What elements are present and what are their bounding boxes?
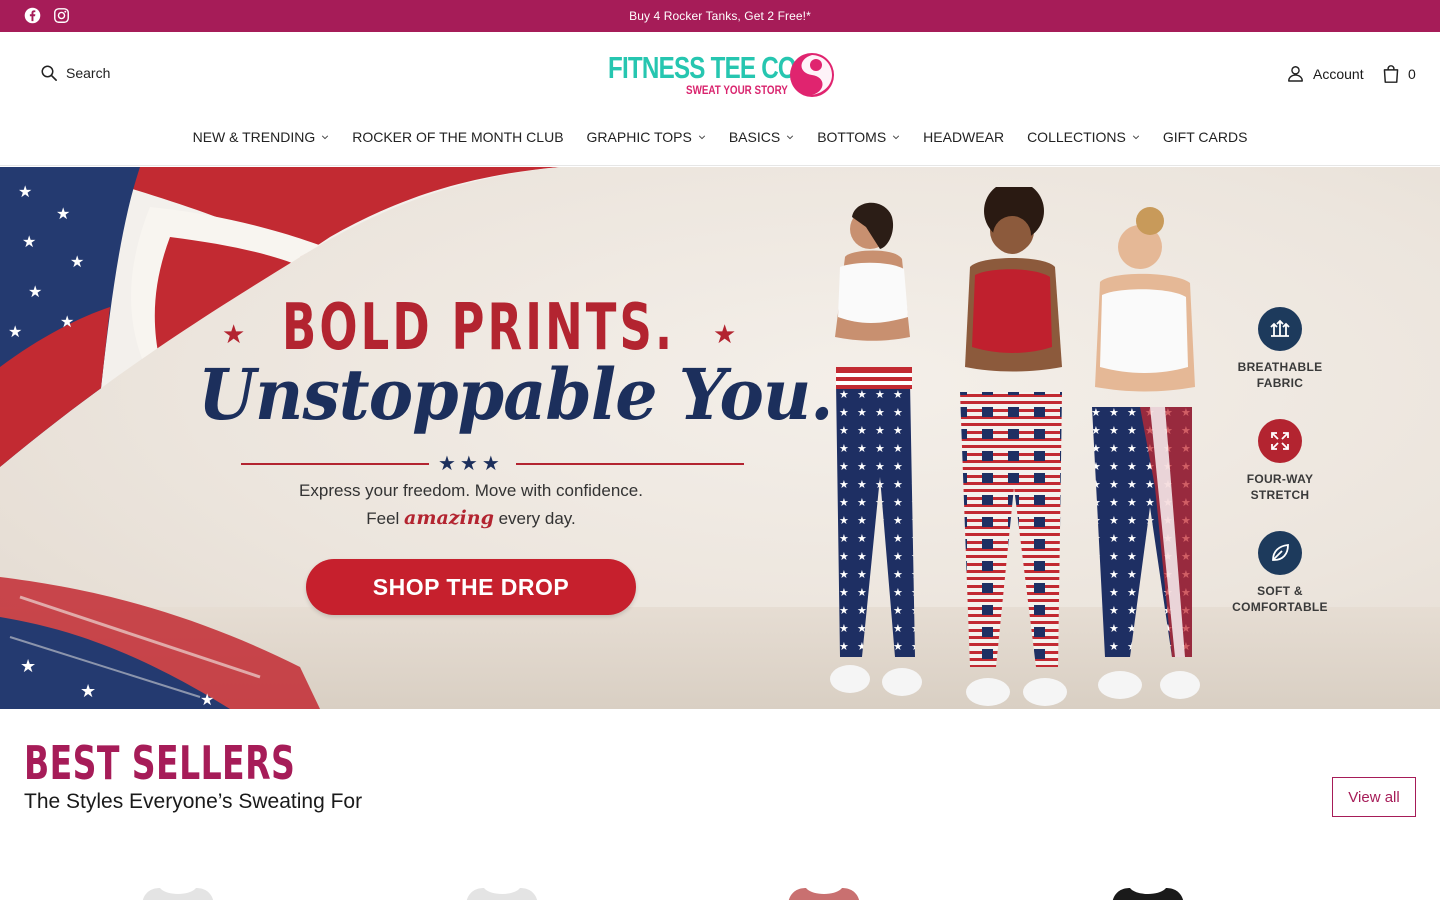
nav-item-gift-cards[interactable]: GIFT CARDS [1151, 129, 1259, 145]
chevron-down-icon [698, 134, 705, 139]
main-navigation: NEW & TRENDING ROCKER OF THE MONTH CLUB … [0, 116, 1440, 166]
user-icon [1288, 66, 1303, 82]
nav-item-rocker-club[interactable]: ROCKER OF THE MONTH CLUB [341, 129, 575, 145]
search-button[interactable]: Search [40, 64, 110, 82]
logo-wordmark: FITNESS TEE CO [608, 50, 797, 85]
feature-label: FABRIC [1256, 376, 1304, 390]
view-all-button[interactable]: View all [1332, 777, 1416, 817]
chevron-down-icon [322, 134, 329, 139]
nav-item-new-trending[interactable]: NEW & TRENDING [181, 129, 341, 145]
svg-text:★: ★ [200, 692, 214, 709]
announcement-bar: Buy 4 Rocker Tanks, Get 2 Free!* [0, 0, 1440, 32]
logo-slogan: SWEAT YOUR STORY [686, 83, 788, 97]
nav-item-basics[interactable]: BASICS [717, 129, 805, 145]
svg-text:★: ★ [18, 184, 32, 201]
nav-label: BASICS [728, 128, 781, 145]
chevron-down-icon [787, 134, 794, 139]
hero-script-line: Unstoppable You. [198, 353, 833, 436]
product-image[interactable] [138, 884, 218, 900]
nav-item-headwear[interactable]: HEADWEAR [912, 129, 1016, 145]
facebook-icon[interactable] [24, 7, 41, 24]
feature-breathable: BREATHABLE FABRIC [1220, 307, 1340, 391]
feature-label: COMFORTABLE [1232, 600, 1328, 614]
nav-label: HEADWEAR [923, 128, 1005, 145]
instagram-icon[interactable] [53, 7, 70, 24]
section-title: BEST SELLERS [24, 736, 296, 790]
svg-text:★: ★ [60, 314, 74, 331]
nav-item-graphic-tops[interactable]: GRAPHIC TOPS [575, 129, 717, 145]
social-links [24, 7, 70, 24]
feature-label: SOFT & [1257, 584, 1303, 598]
tagline-text: every day. [493, 509, 576, 528]
models-photo: ★ [830, 187, 1200, 706]
svg-text:★: ★ [28, 284, 42, 301]
section-subtitle: The Styles Everyone’s Sweating For [24, 790, 363, 813]
product-image[interactable] [462, 884, 542, 900]
shopping-bag-icon [1383, 65, 1399, 83]
tagline-text: Feel [366, 509, 405, 528]
divider-line [516, 463, 744, 465]
nav-label: NEW & TRENDING [192, 128, 316, 145]
product-image[interactable] [784, 884, 864, 900]
breathable-icon [1258, 307, 1302, 351]
divider-line [241, 463, 429, 465]
nav-label: GRAPHIC TOPS [586, 128, 692, 145]
svg-text:★: ★ [8, 324, 22, 341]
nav-item-collections[interactable]: COLLECTIONS [1016, 129, 1152, 145]
decorative-star-icon: ★ [713, 319, 737, 349]
leaf-icon [1258, 531, 1302, 575]
search-label: Search [66, 65, 111, 81]
feature-stretch: FOUR-WAY STRETCH [1220, 419, 1340, 503]
chevron-down-icon [893, 134, 900, 139]
nav-label: ROCKER OF THE MONTH CLUB [352, 128, 564, 145]
feature-label: FOUR-WAY [1246, 472, 1314, 486]
stretch-icon [1258, 419, 1302, 463]
divider-stars-icon: ★★★ [438, 453, 504, 475]
feature-label: STRETCH [1250, 488, 1310, 502]
tagline-emphasis: amazing [404, 507, 494, 529]
nav-label: GIFT CARDS [1162, 128, 1248, 145]
svg-text:★: ★ [22, 234, 36, 251]
chevron-down-icon [1132, 134, 1140, 139]
svg-text:★: ★ [70, 254, 84, 271]
cart-button[interactable]: 0 [1382, 64, 1416, 84]
nav-item-bottoms[interactable]: BOTTOMS [806, 129, 912, 145]
svg-text:★: ★ [56, 206, 70, 223]
site-logo[interactable]: FITNESS TEE CO SWEAT YOUR STORY [608, 50, 838, 102]
shop-the-drop-button[interactable]: SHOP THE DROP [306, 559, 636, 615]
feature-soft: SOFT & COMFORTABLE [1220, 531, 1340, 615]
decorative-star-icon: ★ [222, 319, 246, 349]
account-link[interactable]: Account [1286, 64, 1364, 83]
logo-mark-icon [790, 53, 834, 97]
hero-banner[interactable]: ★ ★ ★ ★ ★ ★ ★ ★ ★ ★ ★ BOLD PRINTS. ★ Unsto… [0, 167, 1440, 709]
nav-label: COLLECTIONS [1027, 128, 1126, 145]
cart-count: 0 [1408, 66, 1416, 82]
nav-label: BOTTOMS [817, 128, 887, 145]
announcement-text[interactable]: Buy 4 Rocker Tanks, Get 2 Free!* [629, 9, 811, 23]
search-icon [41, 65, 57, 81]
site-header: Search FITNESS TEE CO SWEAT YOUR STORY A… [0, 32, 1440, 116]
account-label: Account [1313, 65, 1364, 82]
svg-text:★: ★ [20, 656, 36, 676]
svg-text:★: ★ [80, 681, 96, 701]
product-image[interactable] [1108, 884, 1188, 900]
feature-label: BREATHABLE [1237, 360, 1323, 374]
